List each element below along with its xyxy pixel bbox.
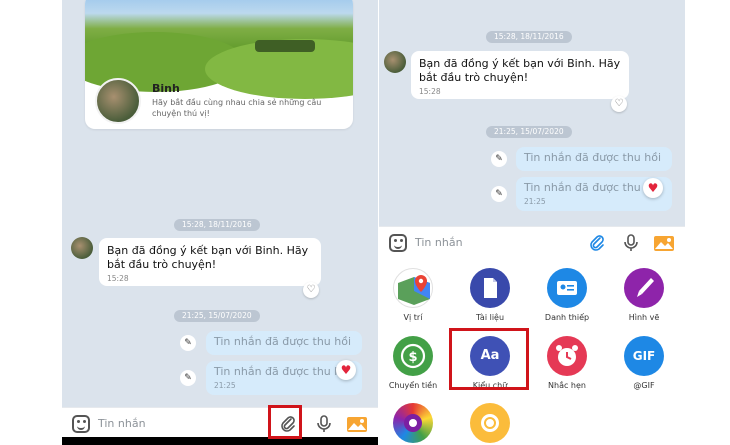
attachment-icon[interactable] xyxy=(587,233,607,253)
feature-label: Chuyển tiền xyxy=(388,381,438,390)
profile-card[interactable]: Binh Hãy bắt đầu cùng nhau chia sẻ những… xyxy=(85,0,353,129)
message-time: 21:25 xyxy=(524,197,546,206)
avatar[interactable] xyxy=(384,51,406,73)
feature-more-1[interactable] xyxy=(379,403,451,443)
money-transfer-icon: $ xyxy=(393,336,433,376)
emoji-icon[interactable] xyxy=(72,415,90,433)
message-text: Tin nhắn đã được thu hồi xyxy=(214,365,352,378)
pencil-icon: ✎ xyxy=(180,335,196,351)
heart-icon[interactable]: ♥ xyxy=(643,178,663,198)
bottom-strip xyxy=(62,437,378,445)
heart-icon[interactable]: ♥ xyxy=(336,360,356,380)
date-separator: 21:25, 15/07/2020 xyxy=(486,126,572,138)
incoming-message[interactable]: Bạn đã đồng ý kết bạn với Binh. Hãy bắt … xyxy=(99,238,321,286)
recalled-message[interactable]: Tin nhắn đã được thu hồi xyxy=(516,147,672,171)
date-separator: 15:28, 18/11/2016 xyxy=(174,219,260,231)
pencil-icon: ✎ xyxy=(491,151,507,167)
cover-photo xyxy=(85,0,353,99)
image-icon[interactable] xyxy=(653,233,675,253)
feature-more-2[interactable] xyxy=(452,403,528,443)
svg-text:$: $ xyxy=(408,350,417,365)
message-time: 21:25 xyxy=(214,381,236,390)
feature-label: Danh thiếp xyxy=(544,313,590,322)
right-chat-screen: 15:28, 18/11/2016 Bạn đã đồng ý kết bạn … xyxy=(379,0,685,445)
feature-location[interactable]: Vị trí xyxy=(379,268,451,322)
alarm-clock-icon xyxy=(547,336,587,376)
microphone-icon[interactable] xyxy=(314,414,334,434)
feature-label: Tài liệu xyxy=(475,313,505,322)
message-time: 15:28 xyxy=(419,87,441,96)
avatar[interactable] xyxy=(95,78,141,124)
feature-label: Nhắc hẹn xyxy=(548,381,586,390)
feature-label: @GIF xyxy=(633,381,655,390)
date-separator: 15:28, 18/11/2016 xyxy=(486,31,572,43)
message-input-bar: Tin nhắn xyxy=(62,407,378,439)
pencil-icon: ✎ xyxy=(491,186,507,202)
like-icon[interactable]: ♡ xyxy=(303,282,319,298)
brush-icon xyxy=(624,268,664,308)
message-time: 15:28 xyxy=(107,274,129,283)
feature-money-transfer[interactable]: $ Chuyển tiền xyxy=(379,336,451,390)
feature-label: Vị trí xyxy=(403,313,423,322)
document-icon xyxy=(470,268,510,308)
attachment-highlight xyxy=(268,405,302,439)
message-text: Bạn đã đồng ý kết bạn với Binh. Hãy bắt … xyxy=(419,57,621,84)
incoming-message[interactable]: Bạn đã đồng ý kết bạn với Binh. Hãy bắt … xyxy=(411,51,629,99)
recalled-message[interactable]: Tin nhắn đã được thu hồi xyxy=(206,331,362,355)
message-input[interactable]: Tin nhắn xyxy=(98,417,146,430)
left-chat-screen: Binh Hãy bắt đầu cùng nhau chia sẻ những… xyxy=(62,0,378,445)
feature-label: Hình vẽ xyxy=(628,313,660,322)
chat-bubble-icon xyxy=(470,403,510,443)
avatar[interactable] xyxy=(71,237,93,259)
feature-document[interactable]: Tài liệu xyxy=(452,268,528,322)
like-icon[interactable]: ♡ xyxy=(611,96,627,112)
image-icon[interactable] xyxy=(346,414,368,434)
feature-drawing[interactable]: Hình vẽ xyxy=(606,268,682,322)
message-text: Bạn đã đồng ý kết bạn với Binh. Hãy bắt … xyxy=(107,244,309,271)
feature-contact-card[interactable]: Danh thiếp xyxy=(529,268,605,322)
microphone-icon[interactable] xyxy=(621,233,641,253)
feature-grid: Vị trí Tài liệu Danh thiếp Hình vẽ $ Chu… xyxy=(379,258,685,445)
message-input[interactable]: Tin nhắn xyxy=(415,236,463,249)
feature-gif[interactable]: GIF @GIF xyxy=(606,336,682,390)
date-separator: 21:25, 15/07/2020 xyxy=(174,310,260,322)
color-wheel-icon xyxy=(393,403,433,443)
pencil-icon: ✎ xyxy=(180,370,196,386)
feature-reminder[interactable]: Nhắc hẹn xyxy=(529,336,605,390)
screenshot-root: Binh Hãy bắt đầu cùng nhau chia sẻ những… xyxy=(0,0,730,445)
card-description: Hãy bắt đầu cùng nhau chia sẻ những câu … xyxy=(152,98,322,118)
emoji-icon[interactable] xyxy=(389,234,407,252)
contact-name: Binh xyxy=(152,82,180,95)
map-pin-icon xyxy=(393,268,433,308)
contact-card-icon xyxy=(547,268,587,308)
gif-icon: GIF xyxy=(624,336,664,376)
message-input-bar: Tin nhắn xyxy=(379,226,685,258)
font-style-highlight xyxy=(449,328,529,390)
